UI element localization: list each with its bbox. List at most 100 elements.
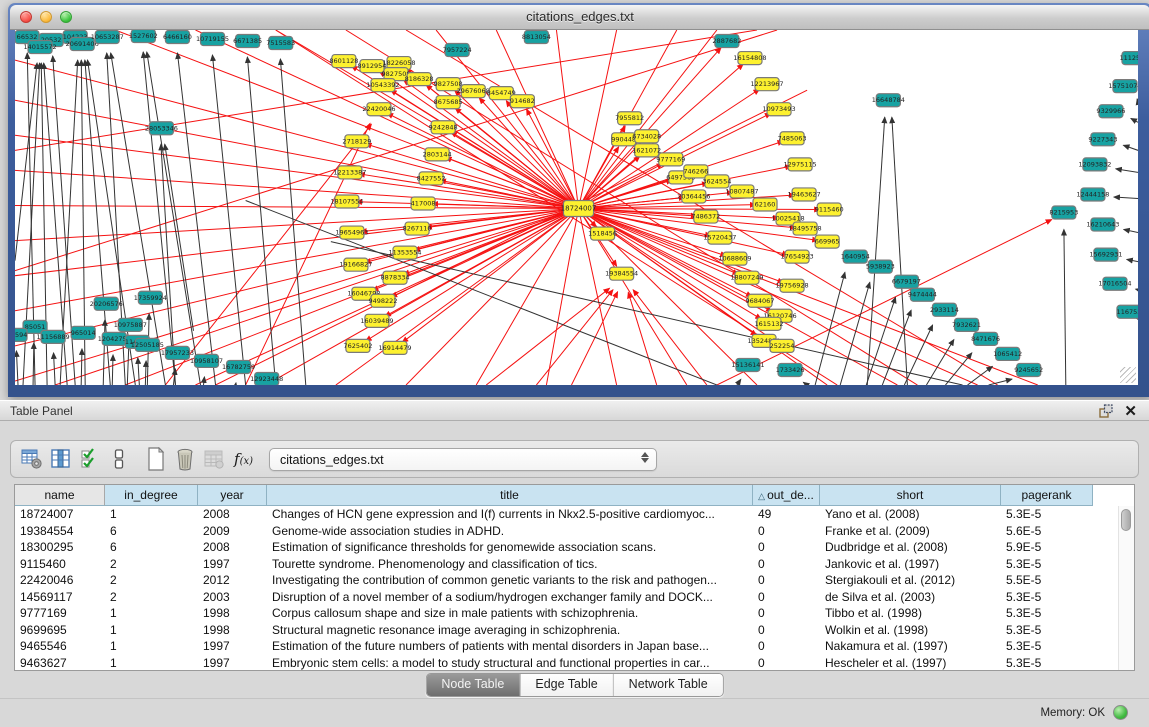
network-node[interactable]: 15720437 [703,231,736,244]
select-column-icon[interactable] [48,446,74,472]
cell-short[interactable]: Wolkin et al. (1998) [820,622,1001,639]
cell-short[interactable]: Jankovic et al. (1997) [820,556,1001,573]
network-node[interactable]: 746266 [683,165,708,178]
cell-title[interactable]: Corpus callosum shape and size in male p… [267,605,753,622]
cell-name[interactable]: 14569117 [15,589,105,606]
network-node[interactable]: 2933114 [930,303,959,316]
float-panel-icon[interactable] [1099,404,1113,418]
network-node[interactable]: 12444158 [1076,188,1109,201]
network-node[interactable]: 1065412 [993,347,1022,360]
network-node[interactable]: 28053346 [145,122,178,135]
table-row[interactable]: 977716911998Corpus callosum shape and si… [15,605,1134,622]
tab-node-table[interactable]: Node Table [426,674,519,696]
network-node[interactable]: 19166827 [339,258,372,271]
cell-pagerank[interactable]: 5.3E-5 [1001,605,1093,622]
cell-in-degree[interactable]: 1 [105,622,198,639]
cell-pagerank[interactable]: 5.6E-5 [1001,523,1093,540]
network-node[interactable]: 8215953 [1049,206,1078,219]
network-node[interactable]: 17654923 [781,250,814,263]
cell-out-de-[interactable]: 49 [753,506,820,523]
network-node[interactable]: 7625402 [343,339,372,352]
node-table[interactable]: namein_degreeyeartitle△out_de...shortpag… [14,484,1135,671]
cell-year[interactable]: 1997 [198,556,267,573]
network-node[interactable]: 10719155 [196,33,229,46]
cell-pagerank[interactable]: 5.5E-5 [1001,572,1093,589]
column-header-in-degree[interactable]: in_degree [105,485,198,506]
cell-in-degree[interactable]: 2 [105,589,198,606]
select-rows-icon[interactable] [77,446,103,472]
cell-title[interactable]: Disruption of a novel member of a sodium… [267,589,753,606]
network-node[interactable]: 7515583 [266,37,295,50]
close-panel-icon[interactable]: ✕ [1124,402,1137,420]
cell-title[interactable]: Genome-wide association studies in ADHD. [267,523,753,540]
network-node[interactable]: 9115460 [815,203,844,216]
network-node[interactable]: 8813054 [522,31,551,44]
network-canvas[interactable]: 6653220532104223140155722069140610653287… [15,30,1138,385]
cell-short[interactable]: Franke et al. (2009) [820,523,1001,540]
network-node[interactable]: 12975115 [784,158,817,171]
cell-out-de-[interactable]: 0 [753,638,820,655]
cell-out-de-[interactable]: 0 [753,605,820,622]
network-node[interactable]: 6466160 [163,31,192,44]
resize-grip-icon[interactable] [1120,367,1136,383]
cell-short[interactable]: Hescheler et al. (1997) [820,655,1001,671]
network-node[interactable]: 914682 [510,95,535,108]
network-node[interactable]: 18495758 [789,222,822,235]
cell-pagerank[interactable]: 5.3E-5 [1001,589,1093,606]
network-node[interactable]: 116753 [1117,305,1138,318]
cell-in-degree[interactable]: 1 [105,638,198,655]
network-node[interactable]: 7932621 [952,318,981,331]
cell-name[interactable]: 19384554 [15,523,105,540]
column-header-name[interactable]: name [15,485,105,506]
network-node[interactable]: 19384554 [605,267,638,280]
network-node[interactable]: 1518456 [588,227,617,240]
network-node[interactable]: 9227343 [1088,133,1117,146]
cell-pagerank[interactable]: 5.3E-5 [1001,622,1093,639]
tab-network-table[interactable]: Network Table [613,674,723,696]
network-node[interactable]: 1733426 [776,363,805,376]
network-node[interactable]: 62160 [753,198,777,211]
cell-title[interactable]: Structural magnetic resonance image aver… [267,622,753,639]
network-node[interactable]: 11156889 [37,330,70,343]
network-node[interactable]: 17359924 [134,291,167,304]
network-node[interactable]: 10975887 [114,318,147,331]
cell-name[interactable]: 18300295 [15,539,105,556]
network-node[interactable]: 12213387 [333,166,366,179]
network-node[interactable]: 19756928 [776,279,809,292]
network-node[interactable]: 12505185 [131,338,164,351]
cell-in-degree[interactable]: 1 [105,605,198,622]
cell-title[interactable]: Tourette syndrome. Phenomenology and cla… [267,556,753,573]
table-row[interactable]: 946554611997Estimation of the future num… [15,638,1134,655]
network-node[interactable]: 17016504 [1098,277,1131,290]
cell-year[interactable]: 2012 [198,572,267,589]
cell-pagerank[interactable]: 5.3E-5 [1001,556,1093,573]
cell-pagerank[interactable]: 5.3E-5 [1001,506,1093,523]
cell-title[interactable]: Investigating the contribution of common… [267,572,753,589]
network-node[interactable]: 7485063 [778,132,807,145]
network-node[interactable]: 7955812 [615,112,644,125]
cell-short[interactable]: Dudbridge et al. (2008) [820,539,1001,556]
table-selector-dropdown[interactable]: citations_edges.txt [269,448,657,471]
column-header-year[interactable]: year [198,485,267,506]
network-node[interactable]: 9684067 [746,294,775,307]
network-node[interactable]: 16648784 [872,94,905,107]
cell-short[interactable]: Nakamura et al. (1997) [820,638,1001,655]
column-header-title[interactable]: title [267,485,753,506]
network-node[interactable]: 15751074 [1108,80,1138,93]
network-node[interactable]: 1112549 [1120,52,1138,65]
network-node[interactable]: 10688609 [718,252,751,265]
network-node[interactable]: 15692931 [1089,248,1122,261]
network-node[interactable]: 16210643 [1086,218,1119,231]
cell-short[interactable]: Tibbo et al. (1998) [820,605,1001,622]
scrollbar-thumb[interactable] [1121,509,1131,531]
network-node[interactable]: 20364456 [677,190,710,203]
network-node[interactable]: 6734028 [632,130,661,143]
column-header-out-de-[interactable]: △out_de... [753,485,820,506]
cell-title[interactable]: Embryonic stem cells: a model to study s… [267,655,753,671]
network-node[interactable]: 10973493 [762,103,795,116]
table-row[interactable]: 1830029562008Estimation of significance … [15,539,1134,556]
column-header-pagerank[interactable]: pagerank [1001,485,1093,506]
network-graph[interactable]: 6653220532104223140155722069140610653287… [15,30,1138,385]
table-row[interactable]: 969969511998Structural magnetic resonanc… [15,622,1134,639]
network-node[interactable]: 6679197 [892,275,921,288]
